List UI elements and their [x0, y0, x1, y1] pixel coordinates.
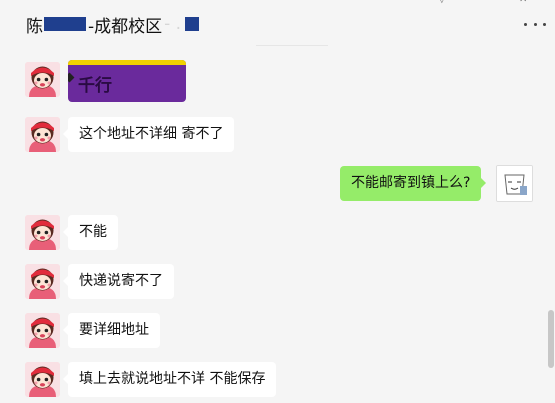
sticker-band — [68, 60, 186, 65]
message-bubble[interactable]: 填上去就说地址不详 不能保存 — [62, 362, 277, 397]
title-main: -成都校区 — [88, 16, 163, 37]
message-bubble[interactable]: 快递说寄不了 — [63, 264, 174, 299]
avatar-cartoon-girl-icon — [25, 313, 60, 348]
sticker-message[interactable]: 千行 — [68, 60, 186, 102]
avatar-cartoon-girl-icon — [25, 215, 60, 250]
avatar[interactable] — [25, 117, 60, 152]
message-bubble[interactable]: 这个地址不详细 寄不了 — [62, 117, 235, 152]
chat-title[interactable]: 陈 -成都校区 - . — [26, 11, 200, 37]
avatar-sticker-figure-icon — [497, 166, 532, 201]
message-bubble-sent[interactable]: 不能邮寄到镇上么? — [340, 166, 487, 201]
header-divider — [256, 45, 328, 46]
avatar-self[interactable] — [496, 165, 533, 202]
sticker-arrow-icon — [68, 72, 75, 83]
avatar[interactable] — [25, 62, 60, 97]
avatar[interactable] — [25, 362, 60, 397]
redaction-block — [44, 17, 86, 31]
title-faint: - . — [164, 14, 182, 34]
title-prefix: 陈 — [26, 16, 43, 37]
avatar-cartoon-girl-icon — [25, 62, 60, 97]
avatar-cartoon-girl-icon — [25, 117, 60, 152]
avatar-cartoon-girl-icon — [25, 264, 60, 299]
message-bubble[interactable]: 要详细地址 — [63, 313, 160, 348]
avatar[interactable] — [25, 264, 60, 299]
chat-header: 陈 -成都校区 - . ▽ ✕ — [0, 0, 555, 46]
scrollbar-thumb[interactable] — [548, 310, 554, 368]
more-options-icon[interactable] — [524, 14, 546, 34]
sticker-text: 千行 — [78, 76, 112, 96]
avatar[interactable] — [25, 313, 60, 348]
avatar-cartoon-girl-icon — [25, 362, 60, 397]
message-bubble[interactable]: 不能 — [63, 215, 118, 250]
redaction-block — [185, 17, 200, 31]
avatar[interactable] — [25, 215, 60, 250]
pin-icon[interactable]: ▽ — [438, 0, 446, 5]
close-icon[interactable]: ✕ — [519, 0, 527, 5]
